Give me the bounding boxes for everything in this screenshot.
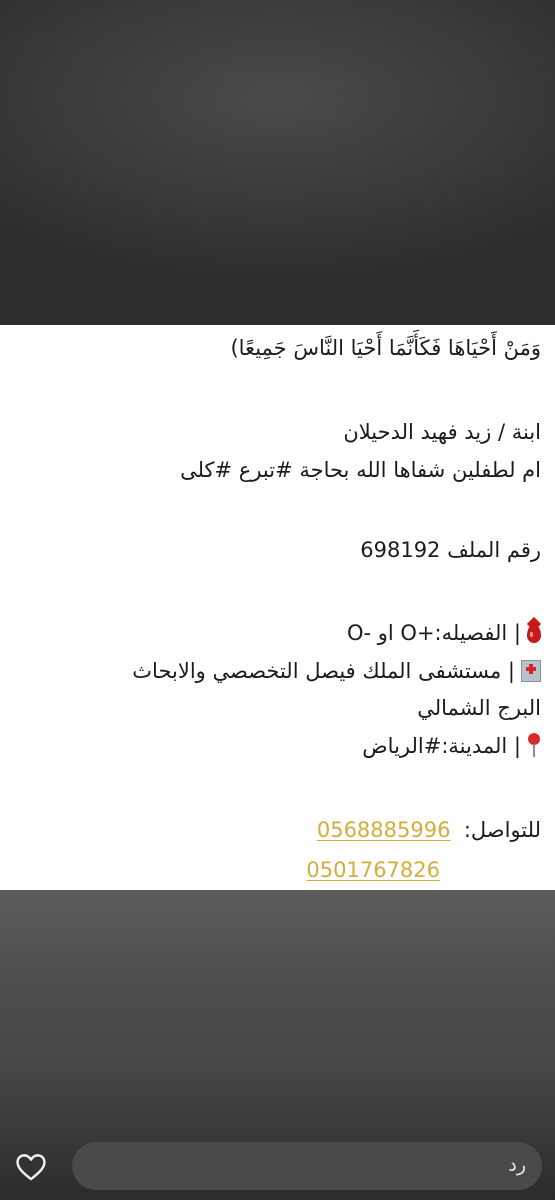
blood-type-text: | الفصيله:+O او -O: [346, 621, 521, 645]
file-number: رقم الملف 698192: [360, 538, 541, 562]
blurred-background-top: [0, 0, 555, 325]
daughter-of-line: ابنة / زيد فهيد الدحيلان: [343, 420, 541, 444]
tower-line: البرج الشمالي: [417, 696, 541, 720]
phone-link-2[interactable]: 0501767826: [306, 858, 440, 882]
story-text-card: وَمَنْ أَحْيَاهَا فَكَأَنَّمَا أَحْيَا ا…: [0, 325, 555, 890]
phone-line-2: 0501767826: [306, 855, 440, 885]
reply-placeholder: رد: [508, 1154, 526, 1176]
hospital-text: | مستشفى الملك فيصل التخصصي والابحاث: [132, 659, 515, 683]
heart-icon[interactable]: [14, 1150, 48, 1184]
round-pushpin-icon: [527, 733, 541, 759]
blood-drop-icon: [527, 624, 541, 643]
reply-input[interactable]: رد: [72, 1142, 542, 1190]
city-text: | المدينة:#الرياض: [362, 734, 521, 758]
quran-verse: وَمَنْ أَحْيَاهَا فَكَأَنَّمَا أَحْيَا ا…: [230, 336, 541, 360]
contact-label: للتواصل:: [463, 818, 541, 842]
hospital-icon: [521, 660, 541, 682]
mother-need-line: ام لطفلين شفاها الله بحاجة #تبرع #كلى: [180, 458, 541, 482]
contact-line: للتواصل: 0568885996: [317, 815, 541, 845]
hospital-line: | مستشفى الملك فيصل التخصصي والابحاث: [132, 656, 541, 686]
blood-type-line: | الفصيله:+O او -O: [347, 618, 541, 648]
phone-link-1[interactable]: 0568885996: [317, 818, 451, 842]
city-line: | المدينة:#الرياض: [362, 731, 541, 761]
